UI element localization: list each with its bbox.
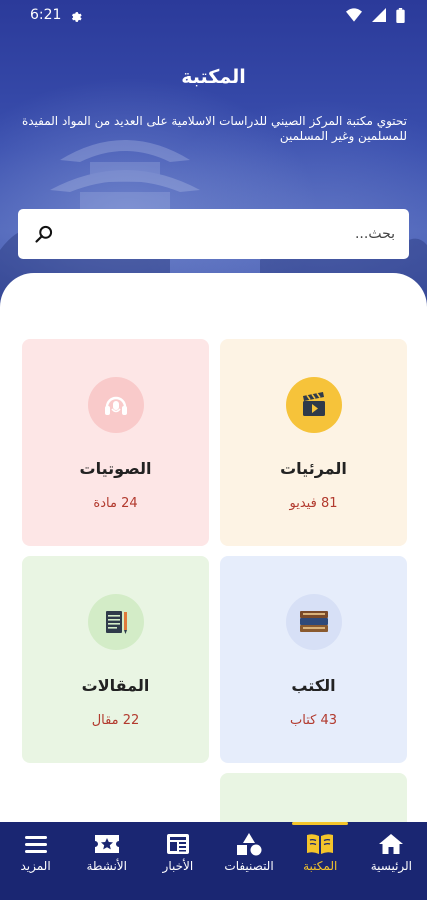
notepad-icon xyxy=(105,611,127,634)
card-count: 24 مادة xyxy=(93,496,138,511)
card-title: المقالات xyxy=(81,676,150,695)
nav-item-library[interactable]: المكتبة xyxy=(286,822,354,873)
video-clapper-icon xyxy=(302,392,325,416)
wifi-icon xyxy=(346,8,362,22)
library-card-books[interactable]: الكتب 43 كتاب xyxy=(220,556,407,763)
search-input[interactable] xyxy=(75,226,395,242)
nav-item-activities[interactable]: الأنشطة xyxy=(73,832,141,873)
library-card-articles[interactable]: المقالات 22 مقال xyxy=(22,556,209,763)
library-card-videos[interactable]: المرئيات 81 فيديو xyxy=(220,339,407,546)
nav-label: الأخبار xyxy=(162,859,194,873)
nav-label: الرئيسية xyxy=(370,859,413,873)
page-description: تحتوي مكتبة المركز الصيني للدراسات الاسل… xyxy=(21,114,407,143)
search-icon[interactable] xyxy=(34,224,54,244)
search-bar[interactable] xyxy=(18,209,409,259)
status-time: 6:21 xyxy=(30,7,62,23)
books-icon xyxy=(299,611,328,632)
nav-item-home[interactable]: الرئيسية xyxy=(357,832,425,873)
nav-item-categories[interactable]: التصنيفات xyxy=(215,832,283,873)
card-title: الكتب xyxy=(291,676,336,695)
page-title: المكتبة xyxy=(181,66,246,88)
library-card-audio[interactable]: الصوتيات 24 مادة xyxy=(22,339,209,546)
nav-label: الأنشطة xyxy=(86,859,127,873)
nav-label: المكتبة xyxy=(303,859,338,873)
status-bar: 6:21 xyxy=(0,0,427,30)
news-icon xyxy=(166,834,189,854)
card-count: 22 مقال xyxy=(91,713,140,728)
signal-icon xyxy=(372,8,386,22)
home-icon xyxy=(379,834,404,854)
shapes-icon xyxy=(237,833,262,856)
menu-icon xyxy=(24,836,47,853)
card-title: الصوتيات xyxy=(79,459,152,478)
card-count: 43 كتاب xyxy=(290,713,337,728)
bottom-navigation: الرئيسية المكتبة التصنيفات الأخبار الأنش… xyxy=(0,822,427,900)
star-ticket-icon xyxy=(94,835,119,853)
nav-item-more[interactable]: المزيد xyxy=(2,832,70,873)
headphones-icon xyxy=(104,396,127,415)
nav-label: التصنيفات xyxy=(224,859,274,873)
settings-icon xyxy=(72,11,83,22)
battery-icon xyxy=(396,7,405,23)
nav-item-news[interactable]: الأخبار xyxy=(144,832,212,873)
nav-label: المزيد xyxy=(20,859,51,873)
card-count: 81 فيديو xyxy=(289,496,338,511)
book-icon xyxy=(307,834,334,854)
card-title: المرئيات xyxy=(280,459,347,478)
